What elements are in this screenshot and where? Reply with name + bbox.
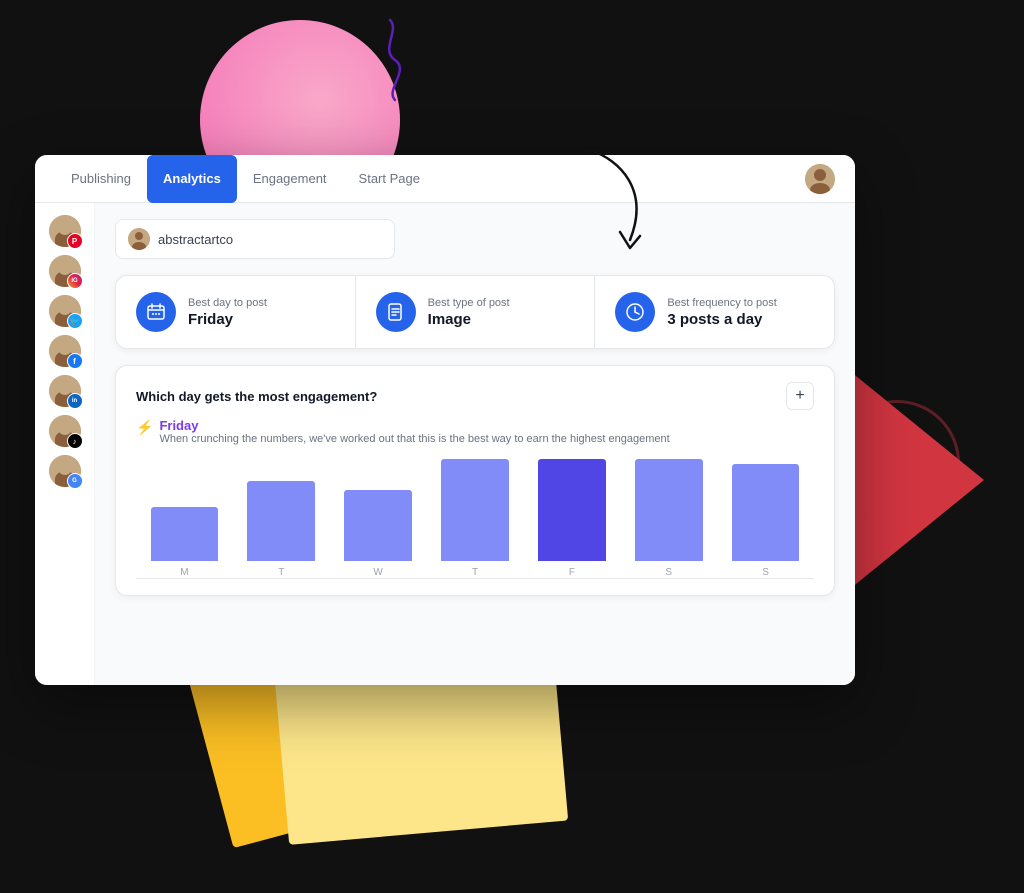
instagram-badge: IG [67, 273, 83, 289]
sidebar-item-twitter[interactable]: 🐦 [49, 295, 81, 327]
chart-add-button[interactable]: + [786, 382, 814, 410]
stat-label-best-frequency: Best frequency to post [667, 297, 776, 309]
bar-day-label: T [472, 567, 478, 578]
content-panel: abstractartco [95, 203, 855, 685]
tab-publishing[interactable]: Publishing [55, 155, 147, 203]
bar-day-label: S [665, 567, 672, 578]
bar-day-label: M [180, 567, 188, 578]
clock-icon [615, 292, 655, 332]
chart-section: Which day gets the most engagement? + ⚡ … [115, 365, 835, 596]
sidebar-item-pinterest[interactable]: P [49, 215, 81, 247]
bar-group-M: M [136, 459, 233, 578]
deco-squiggle [340, 10, 440, 115]
bar-group-W: W [330, 459, 427, 578]
avatar[interactable] [805, 164, 835, 194]
stat-value-best-day: Friday [188, 311, 267, 328]
bar-W [344, 490, 412, 561]
main-area: P IG 🐦 f [35, 203, 855, 685]
account-selector-avatar [128, 228, 150, 250]
chart-wrapper: MTWTFSS [136, 459, 814, 579]
bar-M [151, 507, 219, 561]
linkedin-badge: in [67, 393, 83, 409]
bar-group-S: S [717, 459, 814, 578]
stat-content-best-day: Best day to post Friday [188, 297, 267, 328]
stat-label-best-day: Best day to post [188, 297, 267, 309]
deco-arrow [560, 140, 680, 275]
bar-group-F: F [523, 459, 620, 578]
bar-group-T: T [427, 459, 524, 578]
document-icon [376, 292, 416, 332]
googlebusiness-badge: G [67, 473, 83, 489]
chart-header: Which day gets the most engagement? + [136, 382, 814, 410]
bar-group-T: T [233, 459, 330, 578]
bar-day-label: F [569, 567, 575, 578]
bar-group-S: S [620, 459, 717, 578]
insight-day: Friday [159, 418, 669, 433]
stat-card-best-frequency: Best frequency to post 3 posts a day [595, 276, 834, 348]
chart-insight: ⚡ Friday When crunching the numbers, we'… [136, 418, 814, 445]
tab-analytics[interactable]: Analytics [147, 155, 237, 203]
bar-day-label: W [373, 567, 382, 578]
app-window: Publishing Analytics Engagement Start Pa… [35, 155, 855, 685]
bar-T [247, 481, 315, 561]
stat-card-best-type: Best type of post Image [356, 276, 596, 348]
sidebar-item-facebook[interactable]: f [49, 335, 81, 367]
sidebar-item-instagram[interactable]: IG [49, 255, 81, 287]
tab-engagement[interactable]: Engagement [237, 155, 343, 203]
stat-content-best-type: Best type of post Image [428, 297, 510, 328]
bar-T [441, 459, 509, 561]
stat-content-best-frequency: Best frequency to post 3 posts a day [667, 297, 776, 328]
bar-chart: MTWTFSS [136, 459, 814, 579]
insight-text: Friday When crunching the numbers, we've… [159, 418, 669, 445]
account-selector-name: abstractartco [158, 232, 233, 247]
account-selector[interactable]: abstractartco [115, 219, 395, 259]
bar-S [732, 464, 800, 561]
sidebar-item-tiktok[interactable]: ♪ [49, 415, 81, 447]
tiktok-badge: ♪ [67, 433, 83, 449]
stats-row: Best day to post Friday Best [115, 275, 835, 349]
sidebar: P IG 🐦 f [35, 203, 95, 685]
calendar-icon [136, 292, 176, 332]
chart-title: Which day gets the most engagement? [136, 389, 377, 404]
insight-description: When crunching the numbers, we've worked… [159, 433, 669, 445]
bar-day-label: S [762, 567, 769, 578]
sidebar-item-linkedin[interactable]: in [49, 375, 81, 407]
stat-value-best-type: Image [428, 311, 510, 328]
stat-card-best-day: Best day to post Friday [116, 276, 356, 348]
sidebar-item-googlebusiness[interactable]: G [49, 455, 81, 487]
pinterest-badge: P [67, 233, 83, 249]
stat-value-best-frequency: 3 posts a day [667, 311, 776, 328]
bar-S [635, 459, 703, 561]
nav-bar: Publishing Analytics Engagement Start Pa… [35, 155, 855, 203]
stat-label-best-type: Best type of post [428, 297, 510, 309]
lightning-icon: ⚡ [136, 419, 153, 436]
twitter-badge: 🐦 [67, 313, 83, 329]
bar-day-label: T [278, 567, 284, 578]
facebook-badge: f [67, 353, 83, 369]
bar-F [538, 459, 606, 561]
tab-start-page[interactable]: Start Page [343, 155, 436, 203]
